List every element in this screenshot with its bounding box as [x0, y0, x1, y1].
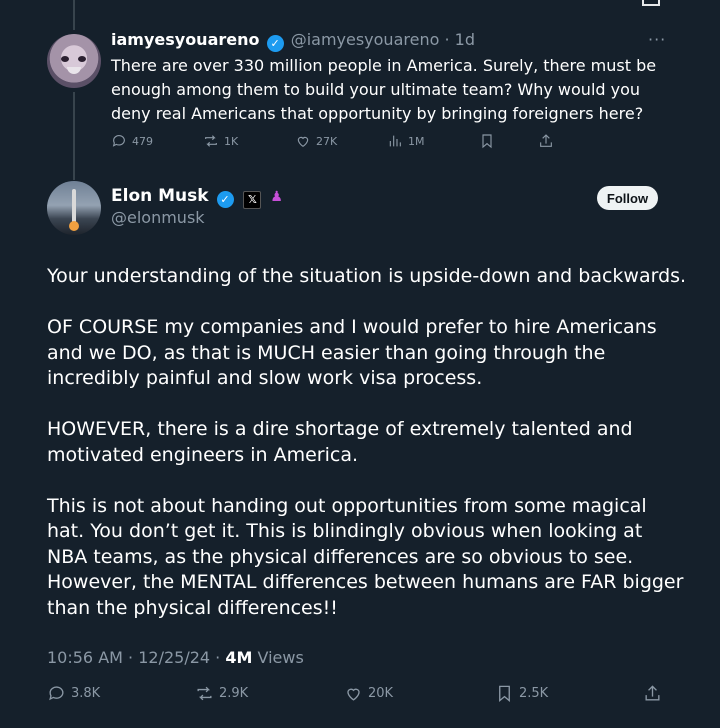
reply-count: 479: [132, 134, 153, 148]
share-icon: [645, 685, 660, 701]
main-actions: 3.8K 2.9K 20K 2.5K: [47, 684, 667, 708]
paragraph: This is not about handing out opportunit…: [47, 494, 684, 619]
repost-count: 1K: [224, 134, 239, 148]
like-count: 27K: [316, 134, 338, 148]
follow-button[interactable]: Follow: [597, 186, 658, 210]
like-icon: [347, 688, 360, 701]
like-button[interactable]: 20K: [344, 684, 393, 703]
like-icon: [297, 136, 309, 148]
views-button[interactable]: 1M: [387, 133, 425, 149]
bookmark-icon: [482, 134, 492, 149]
repost-icon: [197, 686, 212, 701]
bookmark-count: 2.5K: [519, 686, 549, 701]
bookmark-button[interactable]: 2.5K: [495, 684, 548, 703]
reply-author-name[interactable]: iamyesyouareno: [111, 30, 260, 49]
timestamp[interactable]: 10:56 AM · 12/25/24 ·: [47, 648, 225, 667]
like-button[interactable]: 27K: [295, 133, 337, 149]
repost-button[interactable]: 2.9K: [195, 684, 248, 703]
share-button[interactable]: [643, 684, 662, 703]
reply-actions: 479 1K 27K 1M: [111, 133, 561, 153]
like-count: 20K: [368, 686, 394, 701]
repost-icon: [205, 135, 217, 147]
reply-icon: [49, 686, 64, 701]
reply-header: iamyesyouareno ✓ @iamyesyouareno · 1d: [111, 30, 475, 52]
views-number: 4M: [225, 648, 253, 667]
affiliate-icon: ♟: [270, 189, 283, 205]
reply-button[interactable]: 479: [111, 133, 153, 149]
thread-line: [73, 92, 75, 180]
thread-line: [73, 0, 75, 30]
paragraph: Your understanding of the situation is u…: [47, 265, 687, 287]
reply-button[interactable]: 3.8K: [47, 684, 100, 703]
main-author-name[interactable]: Elon Musk: [111, 186, 209, 206]
bookmark-button[interactable]: [479, 133, 495, 149]
main-tweet-text: Your understanding of the situation is u…: [47, 264, 687, 647]
x-affiliation-icon[interactable]: 𝕏: [243, 191, 262, 209]
verified-icon: ✓: [266, 35, 284, 52]
views-icon: [389, 135, 401, 147]
paragraph: HOWEVER, there is a dire shortage of ext…: [47, 418, 633, 466]
views-count: 1M: [408, 134, 425, 148]
views-label: Views: [252, 648, 304, 667]
menu-edge-icon: [642, 0, 660, 6]
share-button[interactable]: [538, 133, 554, 149]
main-avatar[interactable]: [47, 181, 101, 235]
reply-avatar[interactable]: [47, 34, 101, 88]
reply-text: There are over 330 million people in Ame…: [111, 56, 657, 123]
reply-count: 3.8K: [71, 686, 101, 701]
main-handle[interactable]: @elonmusk: [111, 208, 205, 227]
more-icon[interactable]: ···: [648, 30, 666, 49]
reply-handle-time[interactable]: @iamyesyouareno · 1d: [291, 30, 475, 49]
verified-icon: ✓: [216, 191, 234, 208]
repost-button[interactable]: 1K: [203, 133, 238, 149]
share-icon: [540, 134, 552, 147]
paragraph: OF COURSE my companies and I would prefe…: [47, 316, 657, 389]
main-author-row: Elon Musk ✓ 𝕏 ♟: [111, 186, 283, 209]
tweet-meta: 10:56 AM · 12/25/24 · 4M Views: [47, 648, 304, 667]
reply-icon: [112, 135, 125, 147]
bookmark-icon: [499, 685, 510, 703]
repost-count: 2.9K: [219, 686, 249, 701]
